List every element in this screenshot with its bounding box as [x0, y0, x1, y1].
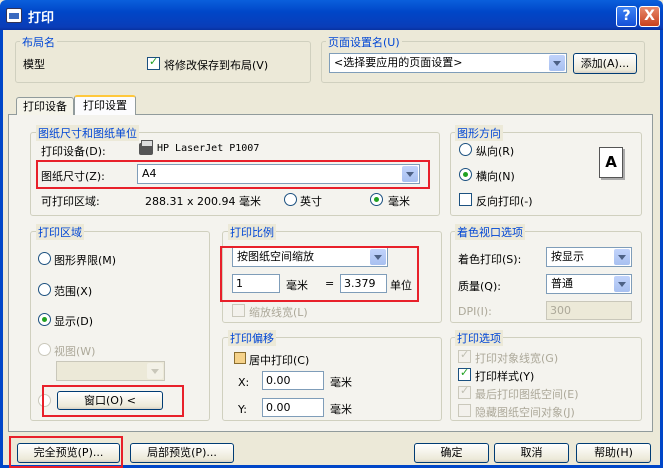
landscape-radio[interactable] [459, 168, 472, 181]
offset-x-label: X: [238, 376, 250, 389]
highlight-full-preview [9, 436, 123, 468]
shaded-viewport-legend: 着色视口选项 [455, 224, 525, 240]
unit-inch-radio[interactable] [284, 193, 297, 206]
plot-lineweights-checkbox[interactable] [458, 348, 471, 363]
offset-x-unit: 毫米 [330, 376, 352, 389]
quality-label: 质量(Q): [458, 280, 501, 293]
quality-value: 普通 [551, 277, 573, 290]
display-label: 显示(D) [54, 315, 94, 328]
extents-radio[interactable] [38, 283, 51, 296]
plot-styles-label: 打印样式(Y) [475, 370, 535, 383]
chevron-down-icon [549, 55, 565, 71]
offset-y-input[interactable]: 0.00 [262, 398, 324, 417]
help-button[interactable]: 帮助(H) [576, 443, 651, 463]
cancel-button[interactable]: 取消 [494, 443, 569, 463]
view-radio[interactable] [38, 343, 51, 356]
landscape-label: 横向(N) [476, 170, 515, 183]
reverse-plot-label: 反向打印(-) [476, 195, 533, 208]
plot-options-legend: 打印选项 [455, 330, 503, 346]
center-plot-label: 居中打印(C) [249, 354, 310, 367]
plot-area-legend: 打印区域 [36, 224, 84, 240]
page-setup-value: <选择要应用的页面设置> [334, 56, 463, 69]
window-title: 打印 [28, 11, 55, 26]
highlight-scale [220, 246, 419, 302]
center-plot-checkbox[interactable] [234, 352, 246, 364]
hide-objects-checkbox[interactable] [458, 404, 471, 417]
view-select[interactable] [56, 361, 165, 381]
shade-plot-select[interactable]: 按显示 [546, 247, 632, 267]
offset-y-unit: 毫米 [330, 403, 352, 416]
highlight-window-button [42, 385, 184, 417]
offset-x-input[interactable]: 0.00 [262, 371, 324, 390]
unit-inch-label: 英寸 [300, 195, 322, 208]
tab-plot-settings[interactable]: 打印设置 [74, 95, 136, 115]
page-setup-select[interactable]: <选择要应用的页面设置> [329, 53, 567, 73]
plot-scale-legend: 打印比例 [228, 224, 276, 240]
partial-preview-button[interactable]: 局部预览(P)... [130, 443, 234, 463]
device-value: HP LaserJet P1007 [157, 143, 260, 154]
title-bar [0, 0, 663, 30]
reverse-plot-checkbox[interactable] [459, 193, 472, 206]
scale-lineweights-checkbox[interactable] [232, 304, 245, 317]
portrait-label: 纵向(R) [476, 145, 515, 158]
tab-plot-device[interactable]: 打印设备 [16, 97, 74, 115]
add-page-setup-button[interactable]: 添加(A)... [573, 53, 637, 74]
hide-objects-label: 隐藏图纸空间对象(J) [475, 406, 575, 419]
chevron-down-icon [614, 249, 630, 265]
highlight-paper-size [36, 160, 430, 189]
chevron-down-icon [614, 276, 630, 292]
chevron-down-icon [147, 363, 163, 379]
orientation-preview-icon: A [599, 147, 623, 178]
help-title-button[interactable]: ? [616, 6, 637, 27]
app-icon [6, 8, 22, 23]
close-button[interactable]: X [639, 6, 660, 27]
shade-plot-value: 按显示 [551, 250, 584, 263]
view-label: 视图(W) [54, 345, 96, 358]
plot-styles-checkbox[interactable] [458, 366, 471, 381]
ok-button[interactable]: 确定 [414, 443, 489, 463]
unit-mm-label: 毫米 [388, 195, 410, 208]
paperspace-last-label: 最后打印图纸空间(E) [475, 388, 579, 401]
layout-name: 模型 [23, 58, 45, 71]
limits-radio[interactable] [38, 252, 51, 265]
printable-area-label: 可打印区域: [41, 195, 100, 208]
quality-select[interactable]: 普通 [546, 274, 632, 294]
dpi-label: DPI(I): [458, 305, 492, 318]
printer-icon [139, 140, 153, 155]
paper-legend: 图纸尺寸和图纸单位 [36, 125, 139, 141]
layout-legend: 布局名 [20, 34, 57, 50]
save-to-layout-checkbox[interactable] [147, 55, 160, 70]
offset-y-label: Y: [238, 403, 247, 416]
limits-label: 图形界限(M) [54, 254, 117, 267]
plot-lineweights-label: 打印对象线宽(G) [475, 352, 559, 365]
portrait-radio[interactable] [459, 143, 472, 156]
printable-area-value: 288.31 x 200.94 毫米 [145, 195, 261, 208]
display-radio[interactable] [38, 313, 51, 326]
dpi-input[interactable]: 300 [546, 301, 632, 320]
extents-label: 范围(X) [54, 285, 93, 298]
scale-lineweights-label: 缩放线宽(L) [249, 306, 308, 319]
save-to-layout-label: 将修改保存到布局(V) [164, 59, 269, 72]
shade-plot-label: 着色打印(S): [458, 253, 522, 266]
unit-mm-radio[interactable] [370, 193, 383, 206]
plot-offset-legend: 打印偏移 [228, 330, 276, 346]
page-setup-legend: 页面设置名(U) [326, 34, 402, 50]
paperspace-last-checkbox[interactable] [458, 384, 471, 399]
device-label: 打印设备(D): [41, 145, 106, 158]
orientation-legend: 图形方向 [455, 125, 503, 141]
